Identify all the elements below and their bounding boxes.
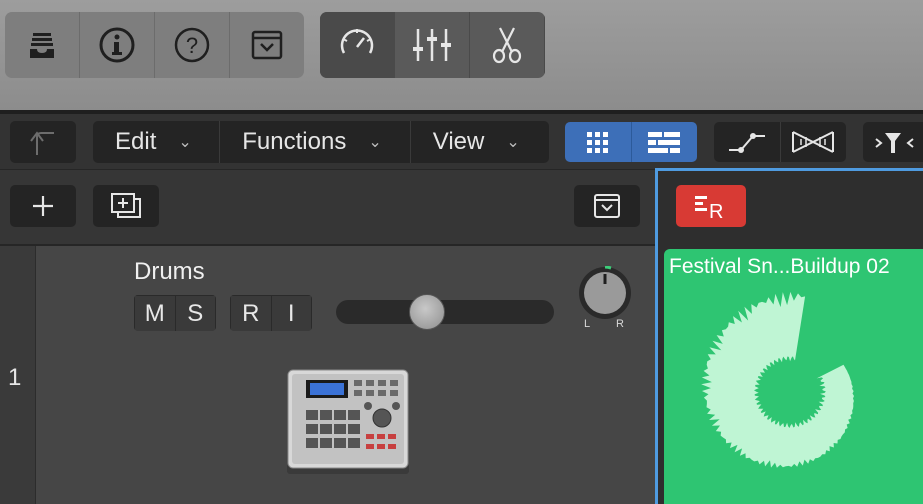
editors-button[interactable] [470, 12, 545, 78]
drum-machine-icon [284, 368, 412, 483]
duplicate-track-icon [111, 193, 141, 218]
view-menu[interactable]: View ⌄ [411, 121, 549, 163]
back-arrow-icon [30, 131, 54, 155]
quick-help-button[interactable]: ? [155, 12, 230, 78]
list-icon [648, 132, 681, 153]
scissors-icon [492, 27, 522, 64]
chevron-down-icon: ⌄ [368, 134, 382, 151]
pan-knob-graphic [579, 265, 631, 319]
toolbar-right-group [320, 12, 545, 78]
dropdown-box-icon [251, 30, 283, 60]
track-name[interactable]: Drums [134, 258, 205, 286]
library-icon [30, 33, 54, 58]
inspector-button[interactable] [80, 12, 155, 78]
pan-left-label: L [584, 318, 591, 330]
svg-text:?: ? [186, 33, 198, 58]
grid-view-button[interactable] [565, 122, 632, 162]
volume-slider-handle[interactable] [408, 294, 445, 330]
back-button[interactable] [10, 121, 76, 163]
edit-menu-label: Edit [115, 128, 157, 155]
view-menu-label: View [432, 128, 485, 155]
region-record-icon: R [695, 196, 723, 221]
automation-group [714, 122, 846, 162]
catch-button[interactable] [863, 122, 923, 162]
solo-button[interactable]: S [175, 295, 216, 331]
grid-icon [586, 132, 608, 153]
plus-icon [33, 196, 53, 216]
pan-knob[interactable] [578, 265, 632, 320]
edit-menu[interactable]: Edit ⌄ [93, 121, 221, 163]
mute-button[interactable]: M [134, 295, 176, 331]
list-view-button[interactable] [632, 122, 698, 162]
toolbar-left-group: ? [5, 12, 304, 78]
duplicate-track-button[interactable] [93, 185, 159, 227]
tuner-icon [340, 29, 374, 54]
tuner-button[interactable] [320, 12, 395, 78]
functions-menu-label: Functions [242, 128, 347, 155]
catch-icon [875, 133, 914, 153]
region-title: Festival Sn...Buildup 02 [669, 255, 890, 278]
automation-button[interactable] [714, 122, 781, 162]
help-icon: ? [174, 27, 210, 63]
functions-menu[interactable]: Functions ⌄ [220, 121, 411, 163]
region-record-button[interactable]: R [676, 185, 746, 227]
flex-button[interactable] [781, 122, 847, 162]
track-number: 1 [8, 364, 22, 391]
info-icon [99, 27, 135, 63]
input-monitor-button[interactable]: I [271, 295, 312, 331]
global-tracks-button[interactable] [574, 185, 640, 227]
flex-time-icon [792, 131, 835, 153]
record-input-group: R I [230, 295, 312, 331]
view-toggle-group [565, 122, 697, 162]
add-track-button[interactable] [10, 185, 76, 227]
dropdown-box-icon [594, 194, 620, 218]
toolbar-toggle-button[interactable] [230, 12, 304, 78]
menu-bar: Edit ⌄ Functions ⌄ View ⌄ [93, 121, 549, 163]
record-enable-button[interactable]: R [230, 295, 272, 331]
volume-slider[interactable] [336, 300, 554, 324]
mixer-button[interactable] [395, 12, 470, 78]
library-button[interactable] [5, 12, 80, 78]
svg-text:R: R [709, 201, 723, 221]
waveform-shape [701, 291, 854, 468]
chevron-down-icon: ⌄ [178, 134, 192, 151]
region-waveform [690, 291, 900, 497]
mixer-icon [413, 29, 451, 61]
chevron-down-icon: ⌄ [506, 134, 520, 151]
mute-solo-group: M S [134, 295, 216, 331]
automation-icon [728, 133, 765, 153]
pan-right-label: R [616, 318, 624, 330]
